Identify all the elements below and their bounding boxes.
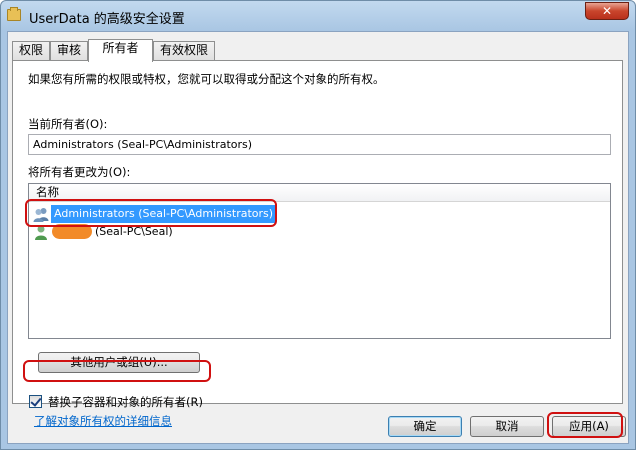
tab-effective-permissions[interactable]: 有效权限 (153, 41, 215, 60)
owner-candidates-list[interactable]: 名称 Administrators (Seal-PC\Administrator… (28, 183, 611, 339)
tab-auditing[interactable]: 审核 (50, 41, 88, 60)
current-owner-field: Administrators (Seal-PC\Administrators) (28, 134, 611, 155)
list-item-administrators[interactable]: Administrators (Seal-PC\Administrators) (31, 205, 591, 223)
owner-tab-panel: 如果您有所需的权限或特权，您就可以取得或分配这个对象的所有权。 当前所有者(O)… (12, 60, 623, 428)
folder-icon (7, 7, 21, 21)
learn-ownership-link[interactable]: 了解对象所有权的详细信息 (34, 413, 172, 429)
cancel-button[interactable]: 取消 (470, 416, 544, 437)
group-users-icon (33, 208, 49, 222)
column-header-name[interactable]: 名称 (29, 184, 610, 202)
other-users-or-groups-button[interactable]: 其他用户或组(U)... (38, 352, 200, 373)
dialog-client-area: 权限 审核 所有者 有效权限 如果您有所需的权限或特权，您就可以取得或分配这个对… (7, 31, 629, 444)
close-button[interactable]: ✕ (585, 2, 629, 20)
list-item-seal-user[interactable]: (Seal-PC\Seal) (31, 223, 331, 241)
ok-button[interactable]: 确定 (388, 416, 462, 437)
advanced-security-settings-window: UserData 的高级安全设置 ✕ 权限 审核 所有者 有效权限 如果您有所需… (0, 0, 636, 450)
tab-permissions[interactable]: 权限 (12, 41, 50, 60)
tab-owner[interactable]: 所有者 (88, 39, 153, 62)
title-bar[interactable]: UserData 的高级安全设置 ✕ (1, 1, 635, 31)
apply-button[interactable]: 应用(A) (552, 416, 626, 437)
user-icon (35, 225, 47, 240)
list-item-label: Administrators (Seal-PC\Administrators) (51, 205, 277, 223)
list-item-label: (Seal-PC\Seal) (95, 225, 173, 238)
replace-owner-checkbox[interactable] (29, 395, 42, 408)
change-owner-label: 将所有者更改为(O): (28, 165, 131, 179)
owner-description: 如果您有所需的权限或特权，您就可以取得或分配这个对象的所有权。 (28, 72, 385, 86)
current-owner-label: 当前所有者(O): (28, 117, 108, 131)
replace-owner-checkbox-label[interactable]: 替换子容器和对象的所有者(R) (48, 394, 203, 410)
redacted-username-mask (52, 224, 92, 239)
window-title: UserData 的高级安全设置 (29, 12, 185, 27)
